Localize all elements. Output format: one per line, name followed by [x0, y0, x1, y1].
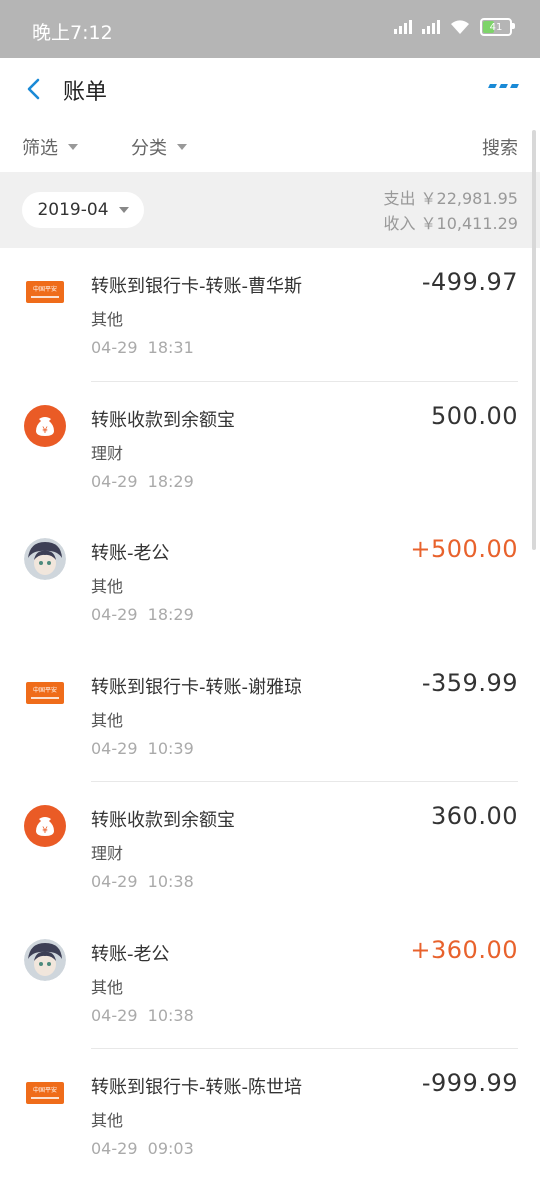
- category-label: 分类: [131, 138, 167, 159]
- transaction-category: 其他: [91, 977, 124, 997]
- svg-text:¥: ¥: [42, 426, 48, 436]
- transaction-amount: -999.99: [421, 1069, 518, 1097]
- transaction-category: 其他: [91, 310, 124, 329]
- transaction-category: 其他: [91, 577, 124, 596]
- more-options-icon[interactable]: [488, 84, 519, 88]
- transaction-amount: +360.00: [410, 935, 518, 964]
- battery-level: 41: [489, 21, 503, 33]
- svg-text:¥: ¥: [42, 826, 48, 836]
- bank-card-icon: 中国平安: [24, 672, 66, 714]
- month-selector[interactable]: 2019-04: [22, 192, 144, 228]
- transaction-row[interactable]: 转账-老公其他 04-29 10:38 +360.00: [0, 916, 540, 1049]
- filter-dropdown[interactable]: 筛选: [22, 134, 78, 160]
- transaction-row[interactable]: ¥ 转账收款到余额宝 理财 04-29 18:29 500.00: [0, 382, 540, 516]
- transaction-time: 04-29 18:29: [91, 605, 194, 624]
- transaction-name: 转账收款到余额宝: [91, 810, 235, 831]
- transaction-amount: 360.00: [431, 802, 518, 830]
- month-summary: 2019-04 支出 ￥22,981.95 收入 ￥10,411.29: [0, 172, 540, 248]
- transaction-time: 04-29 10:39: [91, 738, 194, 758]
- transaction-amount: +500.00: [410, 535, 518, 563]
- bank-card-icon: 中国平安: [24, 1072, 66, 1114]
- transaction-row[interactable]: 中国平安 转账到银行卡-转账-谢雅琼 其他 04-29 10:39 -359.99: [0, 649, 540, 782]
- transaction-name: 转账到银行卡-转账-谢雅琼: [91, 676, 302, 698]
- transaction-name: 转账收款到余额宝: [91, 409, 235, 431]
- transaction-category: 理财: [91, 844, 124, 863]
- transaction-amount: -359.99: [421, 668, 518, 697]
- transaction-time: 04-29 10:38: [91, 872, 194, 891]
- app-header: 账单: [0, 58, 540, 120]
- battery-icon: 41: [480, 18, 515, 36]
- transaction-name: 转账-老公: [91, 943, 170, 965]
- transaction-amount: -499.97: [421, 268, 518, 296]
- transaction-row[interactable]: 转账-老公其他 04-29 18:29 +500.00: [0, 515, 540, 649]
- avatar-icon: [24, 938, 66, 981]
- month-label: 2019-04: [37, 200, 109, 220]
- transaction-category: 其他: [91, 1111, 124, 1130]
- system-icons: 41: [394, 18, 515, 36]
- transaction-time: 04-29 18:31: [91, 338, 194, 357]
- yuebao-icon: ¥: [24, 404, 66, 447]
- status-time: 晚上7:12: [32, 22, 113, 44]
- transaction-row[interactable]: 中国平安 转账到银行卡-转账-陈世培 其他 04-29 09:03 -999.99: [0, 1049, 540, 1183]
- transaction-row[interactable]: 中国平安 转账到银行卡-转账-曹华斯 其他 04-29 18:31 -499.97: [0, 248, 540, 382]
- wifi-icon: [451, 20, 469, 34]
- transaction-name: 转账-老公: [91, 543, 170, 564]
- chevron-down-icon: [177, 144, 187, 150]
- month-totals: 支出 ￥22,981.95 收入 ￥10,411.29: [383, 186, 518, 236]
- chevron-down-icon: [68, 144, 78, 150]
- category-dropdown[interactable]: 分类: [131, 134, 187, 160]
- transaction-category: 理财: [91, 443, 124, 463]
- bank-card-icon: 中国平安: [24, 271, 66, 313]
- status-bar: 晚上7:12 41: [0, 0, 540, 58]
- search-button[interactable]: 搜索: [482, 134, 518, 160]
- transaction-category: 其他: [91, 710, 124, 730]
- yuebao-icon: ¥: [24, 805, 66, 847]
- filter-label: 筛选: [22, 138, 58, 159]
- scrollbar[interactable]: [532, 130, 536, 550]
- transaction-time: 04-29 18:29: [91, 471, 194, 491]
- signal-icon: [394, 20, 412, 34]
- avatar-icon: [24, 538, 66, 580]
- signal-icon-2: [422, 20, 440, 34]
- transaction-row[interactable]: ¥ 转账收款到余额宝 理财 04-29 10:38 360.00: [0, 782, 540, 916]
- filter-bar: 筛选 分类 搜索: [0, 120, 540, 172]
- expense-total: 支出 ￥22,981.95: [383, 189, 518, 208]
- transaction-time: 04-29 09:03: [91, 1139, 194, 1158]
- page-title: 账单: [63, 80, 108, 105]
- transaction-name: 转账到银行卡-转账-陈世培: [91, 1077, 302, 1098]
- transaction-list: 中国平安 转账到银行卡-转账-曹华斯 其他 04-29 18:31 -499.97 ¥ 转账…: [0, 248, 540, 1183]
- chevron-down-icon: [118, 207, 129, 213]
- back-arrow-icon[interactable]: [22, 76, 48, 102]
- transaction-time: 04-29 10:38: [91, 1005, 194, 1025]
- transaction-name: 转账到银行卡-转账-曹华斯: [91, 276, 302, 297]
- transaction-amount: 500.00: [431, 401, 518, 430]
- income-total: 收入 ￥10,411.29: [383, 214, 518, 233]
